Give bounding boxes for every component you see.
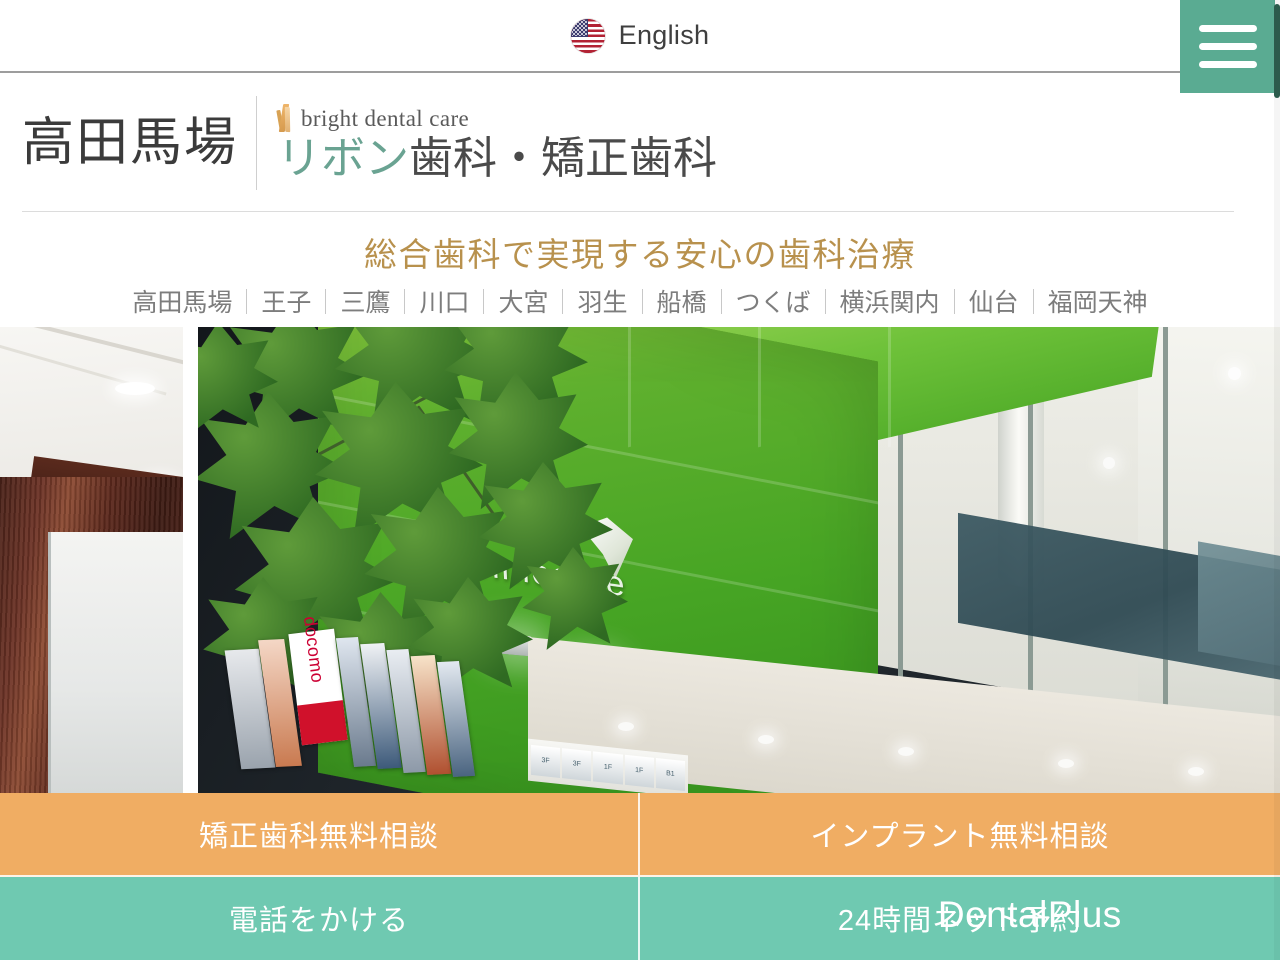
logo-divider	[256, 96, 258, 190]
language-label: English	[618, 20, 710, 50]
city-nav-item-2[interactable]: 三鷹	[326, 283, 404, 319]
city-nav-item-3[interactable]: 川口	[405, 283, 483, 319]
city-nav-item-7[interactable]: つくば	[722, 283, 825, 319]
city-nav-item-8[interactable]: 横浜関内	[826, 283, 954, 319]
cta-call-phone[interactable]: 電話をかける	[0, 876, 640, 960]
cta-net-reservation[interactable]: 24時間ネット予約 DentalPlus	[640, 876, 1280, 960]
clinic-interior-photo	[0, 327, 183, 793]
page-root: English 高田馬場 bright dental care リボン歯科・矯正…	[0, 0, 1280, 960]
site-logo[interactable]: 高田馬場 bright dental care リボン歯科・矯正歯科	[0, 73, 1280, 213]
city-nav-item-5[interactable]: 羽生	[563, 283, 641, 319]
city-nav-item-10[interactable]: 福岡天神	[1034, 283, 1162, 319]
logo-separator	[22, 211, 1234, 212]
street-signage: docomo	[224, 615, 493, 793]
city-nav-item-6[interactable]: 船橋	[643, 283, 721, 319]
logo-name-teal: リボン	[277, 133, 410, 183]
hero-slide-previous[interactable]	[0, 327, 183, 793]
cta-net-brand-logo: DentalPlus	[937, 894, 1122, 936]
city-nav-item-1[interactable]: 王子	[247, 283, 325, 319]
city-nav-item-4[interactable]: 大宮	[484, 283, 562, 319]
hero-slide-current[interactable]: Primegate 3F3F1F1FB1	[198, 327, 1280, 793]
site-tagline: 総合歯科で実現する安心の歯科治療	[364, 236, 916, 273]
city-nav-item-9[interactable]: 仙台	[955, 283, 1033, 319]
language-switch-english[interactable]: English	[570, 18, 710, 53]
logo-english-row: bright dental care	[276, 103, 717, 134]
cta-grid: 矯正歯科無料相談 インプラント無料相談 電話をかける 24時間ネット予約 Den…	[0, 793, 1280, 960]
hero-slide-gap	[183, 327, 198, 793]
city-nav-item-0[interactable]: 高田馬場	[118, 283, 246, 319]
logo-english-tagline: bright dental care	[301, 106, 470, 132]
logo-name-gray: 歯科・矯正歯科	[409, 133, 718, 183]
cta-implant-free-consult[interactable]: インプラント無料相談	[640, 793, 1280, 877]
page-scrollbar-thumb[interactable]	[1274, 4, 1280, 98]
page-scrollbar-track[interactable]	[1274, 0, 1280, 960]
us-flag-icon	[570, 18, 605, 53]
cta-net-stack: 24時間ネット予約 DentalPlus	[838, 894, 1121, 939]
hamburger-bar	[1198, 43, 1257, 50]
hamburger-bar	[1198, 25, 1257, 32]
cta-call-label: 電話をかける	[228, 905, 409, 938]
city-navigation: 高田馬場 王子 三鷹 川口 大宮 羽生 船橋 つくば 横浜関内 仙台 福岡天神	[0, 283, 1280, 319]
hamburger-menu-icon[interactable]	[1180, 0, 1275, 93]
hamburger-bar	[1198, 61, 1257, 68]
hero-slider[interactable]: Primegate 3F3F1F1FB1	[0, 327, 1280, 793]
cta-ortho-label: 矯正歯科無料相談	[198, 820, 439, 853]
logo-text-block: bright dental care リボン歯科・矯正歯科	[276, 103, 718, 183]
cta-implant-label: インプラント無料相談	[810, 820, 1110, 853]
cta-ortho-free-consult[interactable]: 矯正歯科無料相談	[0, 793, 640, 877]
logo-clinic-name: リボン歯科・矯正歯科	[277, 133, 718, 183]
language-bar: English	[0, 0, 1280, 73]
building-exterior-photo: Primegate 3F3F1F1FB1	[198, 327, 1280, 793]
logo-city-name: 高田馬場	[22, 114, 239, 172]
ribbon-icon	[276, 103, 294, 134]
